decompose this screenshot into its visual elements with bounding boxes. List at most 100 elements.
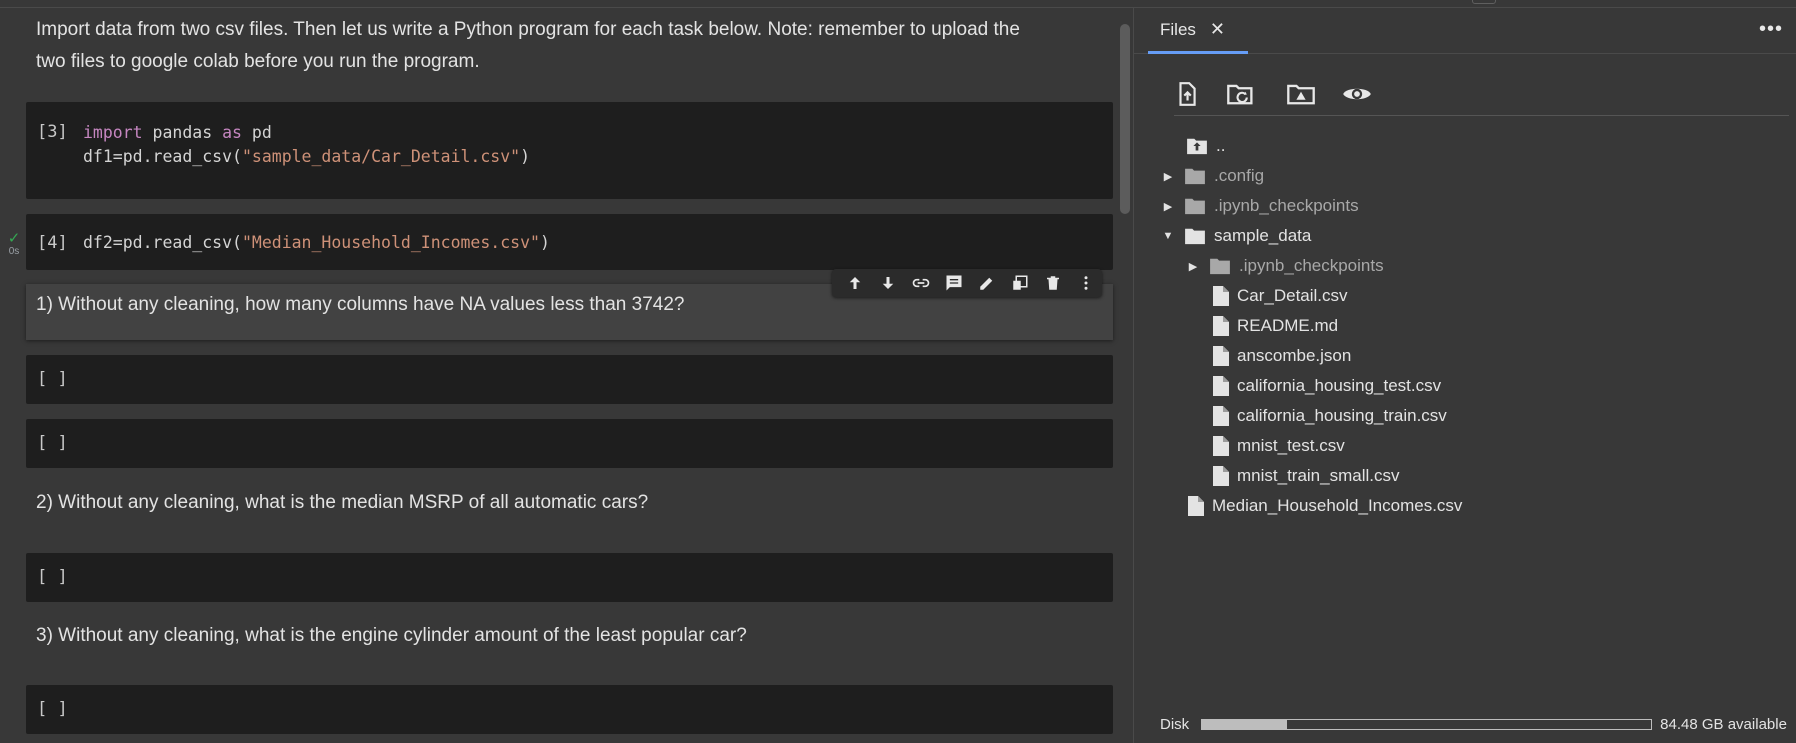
code-text: df2=pd.read_csv( (83, 233, 242, 252)
folder-icon (1209, 257, 1231, 275)
tree-item-sample-ipynb-checkpoints[interactable]: ▶ .ipynb_checkpoints (1185, 251, 1384, 281)
tree-item-file[interactable]: anscombe.json (1213, 341, 1351, 371)
tree-item-file[interactable]: Car_Detail.csv (1213, 281, 1348, 311)
tree-item-sample-data[interactable]: ▼ sample_data (1160, 221, 1312, 251)
tree-item-config[interactable]: ▶ .config (1160, 161, 1264, 191)
upload-file-icon[interactable] (1174, 80, 1204, 110)
success-check-icon: ✓ (7, 230, 21, 247)
code-cell-3[interactable]: [3] import pandas as pd df1=pd.read_csv(… (26, 102, 1113, 199)
arrow-up-icon[interactable] (838, 269, 871, 297)
arrow-down-icon[interactable] (871, 269, 904, 297)
more-vert-icon[interactable] (1069, 269, 1102, 297)
files-panel: Files ✕ ••• .. ▶ .config ▶ .ipynb_checkp… (1133, 8, 1796, 743)
disk-usage-bar (1201, 718, 1653, 730)
expand-caret-icon[interactable]: ▶ (1160, 200, 1176, 213)
file-icon (1213, 406, 1229, 426)
expand-caret-icon[interactable]: ▶ (1160, 170, 1176, 183)
more-horiz-icon[interactable]: ••• (1759, 18, 1783, 41)
tab-files-label: Files (1160, 19, 1196, 39)
code-editor[interactable]: import pandas as pd df1=pd.read_csv("sam… (83, 121, 530, 169)
expand-caret-icon[interactable]: ▶ (1185, 260, 1201, 273)
mount-drive-icon[interactable] (1286, 80, 1316, 110)
parent-folder-icon (1186, 137, 1208, 155)
tree-item-label: mnist_test.csv (1237, 436, 1345, 455)
cell-prompt[interactable]: [ ] (37, 369, 68, 389)
cell-prompt[interactable]: [4] (37, 233, 68, 253)
tree-item-label: sample_data (1214, 226, 1312, 245)
code-editor[interactable]: df2=pd.read_csv("Median_Household_Income… (83, 231, 550, 255)
tree-item-parent[interactable]: .. (1186, 131, 1225, 161)
disk-usage: Disk 84.48 GB available (1160, 714, 1795, 734)
tree-item-label: .config (1214, 166, 1265, 185)
disk-available: 84.48 GB available (1660, 715, 1787, 733)
tree-item-label: california_housing_train.csv (1237, 406, 1447, 425)
folder-icon (1184, 227, 1206, 245)
tree-item-file[interactable]: Median_Household_Incomes.csv (1188, 491, 1462, 521)
code-text: ) (539, 233, 550, 252)
code-string: "Median_Household_Incomes.csv" (241, 233, 540, 252)
code-cell-4[interactable]: [4] df2=pd.read_csv("Median_Household_In… (26, 214, 1113, 270)
tab-files[interactable]: Files ✕ (1148, 8, 1248, 54)
code-keyword: import (83, 123, 143, 142)
tree-item-label: .ipynb_checkpoints (1239, 256, 1384, 275)
files-toolbar (1174, 76, 1789, 116)
code-cell-empty-3[interactable]: [ ] (26, 553, 1113, 602)
show-hidden-files-icon[interactable] (1342, 80, 1372, 110)
folder-icon (1184, 197, 1206, 215)
tree-item-label: mnist_train_small.csv (1237, 466, 1400, 485)
notebook-scrollbar[interactable] (1119, 18, 1131, 743)
code-cell-empty-1[interactable]: [ ] (26, 355, 1113, 404)
file-icon (1213, 316, 1229, 336)
tree-item-label: california_housing_test.csv (1237, 376, 1442, 395)
cell-prompt[interactable]: [ ] (37, 433, 68, 453)
intro-line-2: two files to google colab before you run… (36, 51, 480, 72)
tree-item-label: anscombe.json (1237, 346, 1352, 365)
collapse-caret-icon[interactable]: ▼ (1160, 230, 1176, 242)
tree-item-file[interactable]: california_housing_test.csv (1213, 371, 1441, 401)
close-icon[interactable]: ✕ (1210, 19, 1225, 40)
folder-icon (1184, 167, 1206, 185)
disk-label: Disk (1160, 715, 1190, 733)
tree-item-file[interactable]: mnist_train_small.csv (1213, 461, 1400, 491)
tree-item-file[interactable]: california_housing_train.csv (1213, 401, 1447, 431)
cell-toolbar (832, 269, 1102, 297)
file-icon (1188, 496, 1204, 516)
execution-time: 0s (8, 246, 20, 257)
code-cell-empty-4[interactable]: [ ] (26, 685, 1113, 734)
intro-text-cell[interactable]: Import data from two csv files. Then let… (26, 14, 1113, 78)
file-icon (1213, 286, 1229, 306)
code-string: "sample_data/Car_Detail.csv" (241, 147, 521, 166)
code-keyword: as (222, 123, 242, 142)
window-top-strip (0, 0, 1796, 8)
code-text: ) (520, 147, 531, 166)
file-icon (1213, 466, 1229, 486)
code-text: pd (241, 123, 272, 142)
question-3[interactable]: 3) Without any cleaning, what is the eng… (26, 620, 1113, 652)
scrollbar-thumb[interactable] (1120, 24, 1130, 214)
intro-line-1: Import data from two csv files. Then let… (36, 19, 1020, 40)
code-text: pandas (142, 123, 223, 142)
refresh-folder-icon[interactable] (1226, 80, 1256, 110)
mirror-cell-icon[interactable] (1003, 269, 1036, 297)
execution-status: ✓ 0s (4, 230, 24, 257)
tree-item-ipynb-checkpoints[interactable]: ▶ .ipynb_checkpoints (1160, 191, 1359, 221)
code-cell-empty-2[interactable]: [ ] (26, 419, 1113, 468)
cell-prompt[interactable]: [ ] (37, 567, 68, 587)
edit-icon[interactable] (970, 269, 1003, 297)
cell-prompt[interactable]: [3] (37, 122, 68, 142)
tree-item-label: .ipynb_checkpoints (1214, 196, 1359, 215)
tree-item-file[interactable]: mnist_test.csv (1213, 431, 1345, 461)
tree-item-label: .. (1216, 136, 1226, 155)
top-corner-button[interactable] (1472, 0, 1496, 4)
tree-item-label: Car_Detail.csv (1237, 286, 1348, 305)
tree-item-label: Median_Household_Incomes.csv (1212, 496, 1463, 515)
file-icon (1213, 346, 1229, 366)
tree-item-file[interactable]: README.md (1213, 311, 1338, 341)
cell-prompt[interactable]: [ ] (37, 699, 68, 719)
comment-icon[interactable] (937, 269, 970, 297)
file-icon (1213, 376, 1229, 396)
tree-item-label: README.md (1237, 316, 1339, 335)
question-2[interactable]: 2) Without any cleaning, what is the med… (26, 487, 1113, 519)
delete-icon[interactable] (1036, 269, 1069, 297)
link-icon[interactable] (904, 269, 937, 297)
